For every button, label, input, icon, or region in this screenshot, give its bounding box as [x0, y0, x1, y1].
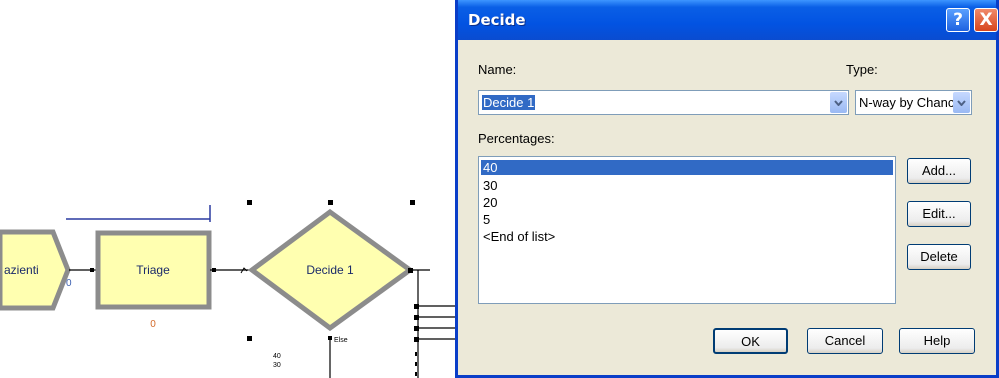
type-label: Type: [846, 62, 878, 77]
list-item[interactable]: 20 [483, 195, 497, 210]
chevron-down-icon [834, 99, 843, 106]
chevron-down-icon [957, 99, 966, 106]
pazienti-count: 0 [66, 278, 72, 289]
delete-button[interactable]: Delete [907, 244, 971, 270]
list-item[interactable]: 40 [481, 160, 893, 175]
name-combobox[interactable]: Decide 1 [478, 90, 849, 115]
percentages-label: Percentages: [478, 131, 555, 146]
flowchart-canvas: 0 azienti Triage 0 Decide 1 Else 40 30 [0, 0, 460, 378]
type-value: N-way by Chance [859, 95, 962, 110]
titlebar-help-button[interactable]: ? [946, 8, 970, 32]
name-label: Name: [478, 62, 517, 77]
name-value: Decide 1 [482, 95, 536, 110]
decide-percent-label-2: 30 [273, 362, 281, 369]
decide-label: Decide 1 [306, 263, 354, 277]
pazienti-label: azienti [4, 263, 39, 277]
help-button[interactable]: Help [899, 328, 975, 354]
type-combobox[interactable]: N-way by Chance [855, 90, 972, 115]
list-item-end-of-list[interactable]: <End of list> [483, 229, 555, 244]
list-item[interactable]: 30 [483, 178, 497, 193]
decide-dialog: Decide ? X Name: Type: Decide 1 N-way by… [455, 0, 999, 378]
triage-count: 0 [150, 319, 156, 330]
cancel-button[interactable]: Cancel [807, 328, 883, 354]
dialog-title: Decide [468, 11, 526, 29]
type-dropdown-button[interactable] [953, 92, 970, 113]
close-icon: X [979, 10, 993, 30]
dialog-titlebar[interactable]: Decide ? X [458, 0, 998, 40]
edit-button[interactable]: Edit... [907, 201, 971, 227]
question-icon: ? [953, 10, 963, 30]
decide-else-label: Else [334, 337, 348, 344]
titlebar-close-button[interactable]: X [974, 8, 998, 32]
decide-percent-label-1: 40 [273, 353, 281, 360]
triage-label: Triage [136, 263, 170, 277]
percentages-list[interactable]: 40 30 20 5 <End of list> [478, 156, 896, 304]
list-item[interactable]: 5 [483, 212, 490, 227]
ok-button[interactable]: OK [713, 328, 788, 354]
name-dropdown-button[interactable] [830, 92, 847, 113]
add-button[interactable]: Add... [907, 158, 971, 184]
